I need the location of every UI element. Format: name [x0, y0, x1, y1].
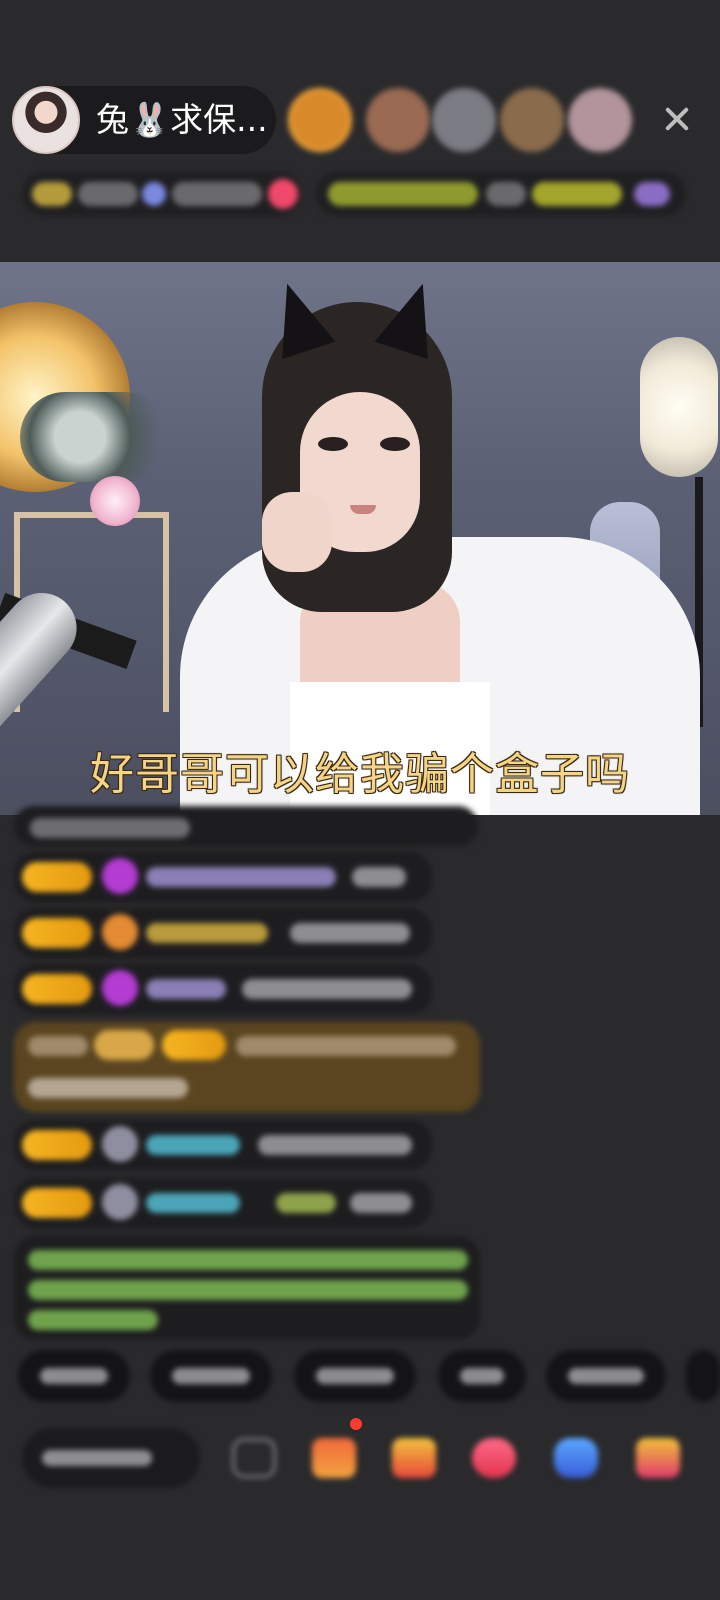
treasure-icon[interactable] — [312, 1438, 356, 1478]
quick-reply-chip-2[interactable] — [150, 1350, 272, 1402]
chat-text — [350, 1193, 412, 1213]
host-avatar[interactable] — [12, 86, 80, 154]
chat-message-highlight[interactable] — [14, 1022, 480, 1112]
diamond-icon — [102, 970, 138, 1006]
quick-reply-chip-1[interactable] — [18, 1350, 130, 1402]
comment-input[interactable] — [22, 1428, 200, 1488]
notice-text-2 — [486, 182, 526, 206]
user-level-badge — [22, 974, 92, 1004]
chat-text — [30, 818, 190, 838]
user-avatar — [102, 1184, 138, 1220]
notice-text — [28, 1250, 468, 1270]
emoji-icon[interactable] — [232, 1438, 276, 1478]
user-level-badge — [162, 1030, 226, 1060]
live-tag — [268, 179, 298, 209]
chat-message[interactable] — [14, 908, 432, 958]
vip-badge — [94, 1030, 154, 1060]
top-viewer-avatar-1[interactable] — [288, 88, 352, 152]
notice-text — [28, 1280, 468, 1300]
fans-tag-text — [172, 182, 262, 206]
chat-username — [146, 867, 336, 887]
user-level-badge — [22, 862, 92, 892]
live-video[interactable]: 好哥哥可以给我骗个盒子吗 — [0, 262, 720, 815]
chat-username — [28, 1036, 88, 1056]
chat-username — [146, 1135, 240, 1155]
fan-badge-icon — [102, 914, 138, 950]
chip-label — [172, 1368, 250, 1384]
chat-text — [242, 979, 412, 999]
rank-tag-text — [78, 182, 138, 206]
notice-text — [328, 182, 478, 206]
eye-right — [380, 437, 410, 451]
streamer-hand — [262, 492, 332, 572]
chat-message[interactable] — [14, 806, 478, 846]
flower-decor — [20, 392, 170, 482]
notice-text-3 — [532, 182, 622, 206]
video-subtitle: 好哥哥可以给我骗个盒子吗 — [90, 749, 630, 800]
chip-label — [460, 1368, 504, 1384]
comment-placeholder — [42, 1450, 152, 1466]
chat-text — [236, 1036, 456, 1056]
user-avatar — [102, 1126, 138, 1162]
chip-label — [40, 1368, 108, 1384]
notice-avatar — [634, 182, 670, 206]
heart-icon[interactable] — [472, 1438, 516, 1478]
host-name[interactable]: 兔🐰求保... — [96, 100, 268, 140]
chat-text — [28, 1078, 188, 1098]
chat-text — [290, 923, 410, 943]
user-level-badge — [22, 918, 92, 948]
top-viewer-avatar-3[interactable] — [432, 88, 496, 152]
quick-reply-chip-5[interactable] — [546, 1350, 666, 1402]
eye-left — [318, 437, 348, 451]
user-level-badge — [22, 1130, 92, 1160]
top-viewer-avatar-2[interactable] — [366, 88, 430, 152]
shop-icon[interactable] — [636, 1438, 680, 1478]
chat-username — [146, 1193, 240, 1213]
fans-tag — [142, 182, 166, 206]
chip-label — [316, 1368, 394, 1384]
pink-lamp — [90, 476, 140, 526]
user-level-badge — [22, 1188, 92, 1218]
chat-text — [276, 1193, 336, 1213]
chat-username — [146, 979, 226, 999]
rank-tag — [32, 182, 72, 206]
chat-message[interactable] — [14, 1120, 432, 1170]
gift-icon[interactable] — [392, 1438, 436, 1478]
quick-reply-chip-4[interactable] — [438, 1350, 526, 1402]
close-icon[interactable] — [662, 104, 692, 134]
top-viewer-avatar-4[interactable] — [500, 88, 564, 152]
game-icon[interactable] — [554, 1438, 598, 1478]
notice-bar[interactable] — [316, 172, 686, 216]
notice-text — [28, 1310, 158, 1330]
floor-lamp — [640, 337, 718, 477]
chat-username — [146, 923, 268, 943]
chat-text — [258, 1135, 412, 1155]
diamond-icon — [102, 858, 138, 894]
chip-label — [568, 1368, 644, 1384]
chat-message[interactable] — [14, 1178, 432, 1228]
system-notice — [14, 1236, 480, 1340]
host-info-pill[interactable]: 兔🐰求保... — [12, 86, 276, 154]
quick-reply-chip-3[interactable] — [294, 1350, 416, 1402]
room-tags-bar[interactable] — [22, 172, 302, 216]
chat-text — [352, 867, 406, 887]
notification-dot — [350, 1418, 362, 1430]
quick-reply-chip-6[interactable] — [686, 1350, 720, 1402]
top-viewer-avatar-5[interactable] — [568, 88, 632, 152]
chat-message[interactable] — [14, 852, 432, 902]
chat-message[interactable] — [14, 964, 432, 1014]
